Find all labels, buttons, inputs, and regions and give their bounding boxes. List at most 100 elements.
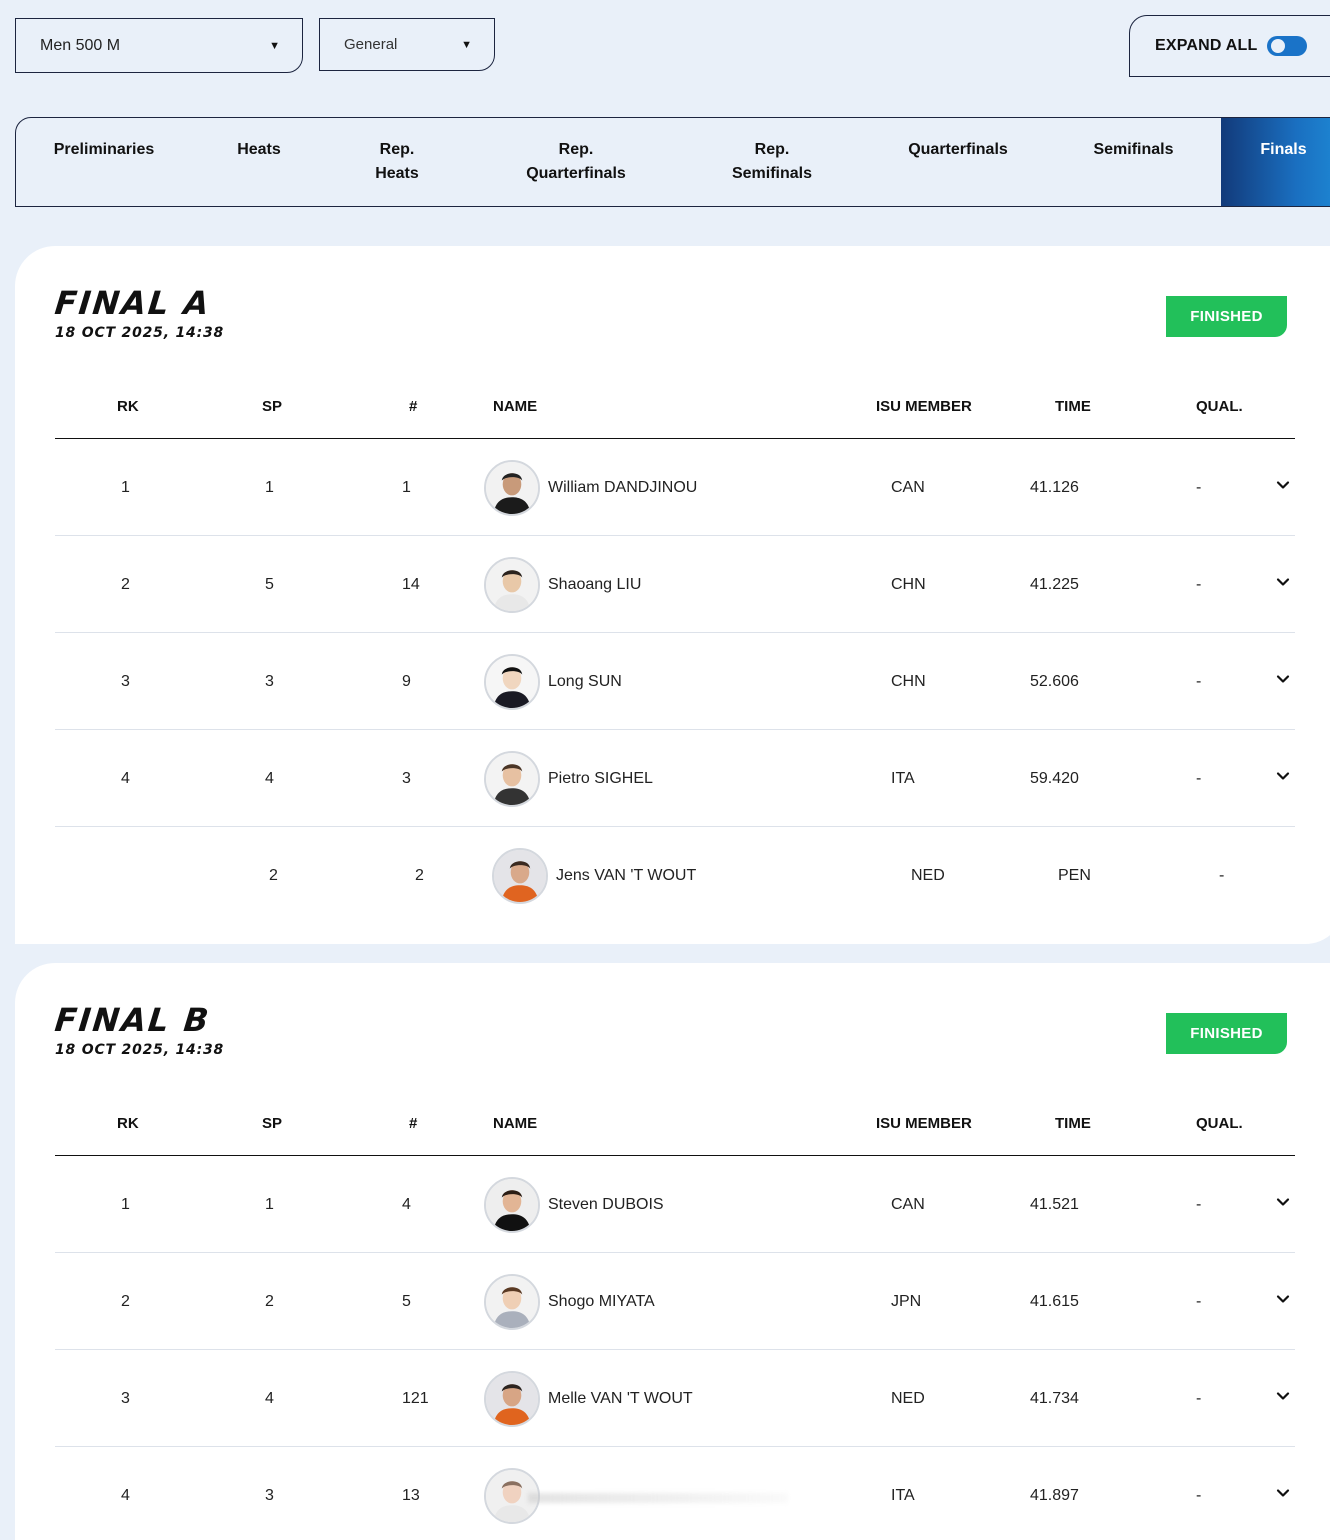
- skater-name[interactable]: William DANDJINOU: [548, 479, 697, 497]
- result-row[interactable]: 1 1 4 Steven DUBOIS CAN 41.521 -: [55, 1156, 1295, 1253]
- skater-avatar: [484, 557, 540, 613]
- rank-value: 3: [121, 673, 130, 690]
- caret-down-icon: ▼: [461, 38, 472, 51]
- bib-number-value: 14: [402, 576, 420, 593]
- skater-avatar: [484, 1177, 540, 1233]
- time-value: 41.521: [1030, 1196, 1079, 1213]
- tab-rep-quarterfinals[interactable]: Rep. Quarterfinals: [468, 118, 684, 206]
- skater-name[interactable]: Jens VAN 'T WOUT: [556, 867, 696, 885]
- bib-number-value: 1: [402, 479, 411, 496]
- chevron-down-icon[interactable]: [1275, 1388, 1291, 1404]
- expand-all-toggle[interactable]: [1267, 36, 1308, 56]
- column-header-sp: SP: [262, 1115, 283, 1132]
- column-header-isu-member: ISU MEMBER: [876, 1115, 972, 1132]
- result-row[interactable]: 2 2 5 Shogo MIYATA JPN 41.615 -: [55, 1253, 1295, 1350]
- skater-avatar: [492, 848, 548, 904]
- rank-value: 2: [121, 1293, 130, 1310]
- isu-member-value: NED: [911, 867, 945, 884]
- chevron-down-icon[interactable]: [1275, 1291, 1291, 1307]
- category-select-value: General: [344, 36, 398, 53]
- column-header-time: TIME: [1055, 398, 1091, 415]
- distance-select[interactable]: Men 500 M ▼: [15, 18, 303, 73]
- isu-member-value: CAN: [891, 479, 925, 496]
- tab-preliminaries[interactable]: Preliminaries: [16, 118, 192, 206]
- skater-name[interactable]: Pietro SIGHEL: [548, 770, 653, 788]
- start-position-value: 4: [265, 770, 274, 787]
- chevron-down-icon[interactable]: [1275, 671, 1291, 687]
- result-row[interactable]: 3 3 9 Long SUN CHN 52.606 -: [55, 633, 1295, 730]
- isu-member-value: CHN: [891, 576, 926, 593]
- tab-rep-semifinals[interactable]: Rep. Semifinals: [684, 118, 860, 206]
- column-header-isu-member: ISU MEMBER: [876, 398, 972, 415]
- race-title: FINAL B: [53, 1001, 213, 1039]
- column-header-sp: SP: [262, 398, 283, 415]
- race-card-final-a: FINAL A 18 OCT 2025, 14:38 FINISHED RK S…: [15, 246, 1330, 944]
- result-row[interactable]: 4 3 13 ITA 41.897 -: [55, 1447, 1295, 1540]
- start-position-value: 1: [265, 1196, 274, 1213]
- column-header-number: #: [409, 398, 418, 415]
- chevron-down-icon[interactable]: [1275, 1485, 1291, 1501]
- qualification-value: -: [1196, 479, 1202, 496]
- tab-label: Rep. Quarterfinals: [526, 141, 626, 182]
- result-row[interactable]: 3 4 121 Melle VAN 'T WOUT NED 41.734 -: [55, 1350, 1295, 1447]
- skater-name[interactable]: Shogo MIYATA: [548, 1293, 655, 1311]
- tab-finals[interactable]: Finals: [1221, 118, 1330, 206]
- column-header-qual: QUAL.: [1196, 398, 1243, 415]
- rank-value: 1: [121, 1196, 130, 1213]
- chevron-down-icon[interactable]: [1275, 574, 1291, 590]
- tab-label: Heats: [237, 141, 281, 158]
- tab-quarterfinals[interactable]: Quarterfinals: [860, 118, 1056, 206]
- skater-avatar: [484, 460, 540, 516]
- distance-select-value: Men 500 M: [40, 36, 121, 54]
- time-value: 41.225: [1030, 576, 1079, 593]
- race-title: FINAL A: [53, 284, 213, 322]
- result-row[interactable]: 1 1 1 William DANDJINOU CAN 41.126 -: [55, 439, 1295, 536]
- skater-name[interactable]: Long SUN: [548, 673, 622, 691]
- start-position-value: 3: [265, 1487, 274, 1504]
- skater-avatar: [484, 654, 540, 710]
- start-position-value: 4: [265, 1390, 274, 1407]
- time-value: 41.126: [1030, 479, 1079, 496]
- bib-number-value: 9: [402, 673, 411, 690]
- round-tabs: Preliminaries Heats Rep. Heats Rep. Quar…: [15, 117, 1330, 207]
- tab-semifinals[interactable]: Semifinals: [1056, 118, 1211, 206]
- qualification-value: -: [1196, 673, 1202, 690]
- bib-number-value: 2: [415, 867, 424, 884]
- tab-label: Rep. Semifinals: [731, 141, 813, 182]
- skater-name[interactable]: Shaoang LIU: [548, 576, 641, 594]
- status-badge: FINISHED: [1166, 296, 1287, 337]
- rank-value: 4: [121, 1487, 130, 1504]
- skater-avatar: [484, 1371, 540, 1427]
- category-select[interactable]: General ▼: [319, 18, 495, 71]
- tab-heats[interactable]: Heats: [192, 118, 326, 206]
- start-position-value: 2: [265, 1293, 274, 1310]
- skater-name[interactable]: Steven DUBOIS: [548, 1196, 664, 1214]
- chevron-down-icon[interactable]: [1275, 768, 1291, 784]
- tab-label: Preliminaries: [53, 141, 155, 158]
- skater-name[interactable]: Melle VAN 'T WOUT: [548, 1390, 693, 1408]
- result-row[interactable]: 4 4 3 Pietro SIGHEL ITA 59.420 -: [55, 730, 1295, 827]
- isu-member-value: CHN: [891, 673, 926, 690]
- chevron-down-icon[interactable]: [1275, 477, 1291, 493]
- race-card-final-b: FINAL B 18 OCT 2025, 14:38 FINISHED RK S…: [15, 963, 1330, 1540]
- tab-label: Finals: [1260, 141, 1307, 158]
- column-header-rk: RK: [117, 398, 139, 415]
- chevron-down-icon[interactable]: [1275, 1194, 1291, 1210]
- isu-member-value: CAN: [891, 1196, 925, 1213]
- bib-number-value: 3: [402, 770, 411, 787]
- skater-avatar: [484, 751, 540, 807]
- result-row: 2 2 Jens VAN 'T WOUT NED PEN -: [55, 827, 1295, 924]
- race-date: 18 OCT 2025, 14:38: [55, 1042, 225, 1058]
- tab-label: Semifinals: [1093, 141, 1174, 158]
- result-row[interactable]: 2 5 14 Shaoang LIU CHN 41.225 -: [55, 536, 1295, 633]
- qualification-value: -: [1196, 1390, 1202, 1407]
- rank-value: 3: [121, 1390, 130, 1407]
- tab-rep-heats[interactable]: Rep. Heats: [326, 118, 468, 206]
- rank-value: 4: [121, 770, 130, 787]
- time-value: 41.734: [1030, 1390, 1079, 1407]
- expand-all-control: EXPAND ALL: [1129, 15, 1330, 77]
- column-header-rk: RK: [117, 1115, 139, 1132]
- skater-avatar: [484, 1274, 540, 1330]
- obscured-skater-name: [528, 1493, 788, 1503]
- column-header-name: NAME: [493, 1115, 538, 1132]
